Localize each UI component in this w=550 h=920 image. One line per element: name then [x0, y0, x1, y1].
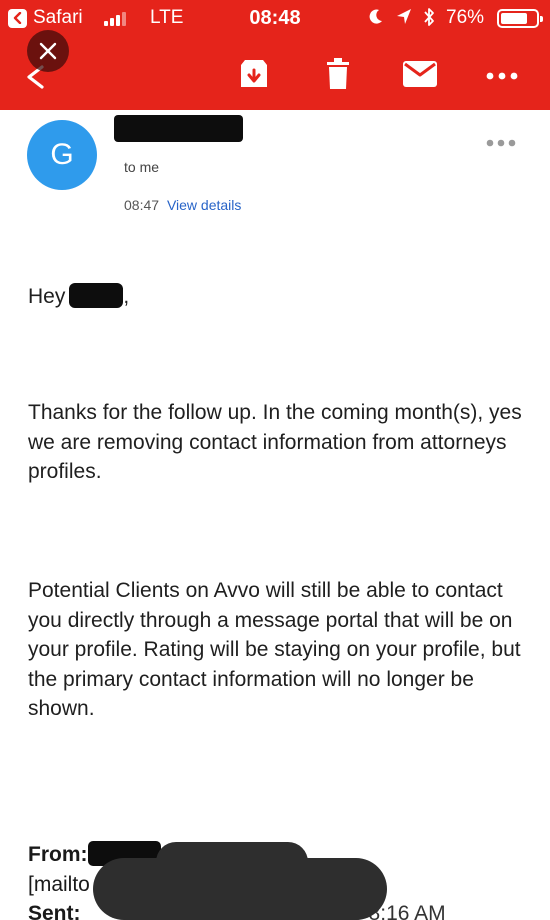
message-time: 08:47	[124, 197, 160, 213]
recipient-label: to me	[124, 159, 160, 175]
recipient-name-redacted	[69, 283, 124, 308]
redaction-scribble	[93, 858, 387, 920]
greeting-line: Hey,	[28, 282, 528, 312]
close-overlay-button[interactable]	[27, 30, 69, 72]
battery-percent: 76%	[446, 7, 485, 28]
archive-button[interactable]	[236, 56, 272, 97]
quoted-from-label: From:	[28, 843, 88, 866]
more-icon	[486, 72, 518, 80]
battery-tip	[540, 16, 543, 22]
archive-icon	[241, 60, 267, 87]
quoted-mailto: [mailto	[28, 873, 90, 896]
message-meta: 08:47 View details	[124, 197, 241, 213]
battery-level	[501, 13, 527, 24]
mark-unread-button[interactable]	[402, 56, 438, 97]
more-icon	[486, 139, 516, 147]
toolbar: Safari LTE 08:48 76%	[0, 0, 550, 110]
message-more-button[interactable]	[486, 135, 516, 153]
delete-button[interactable]	[324, 56, 352, 97]
more-options-button[interactable]	[486, 68, 518, 86]
mail-icon	[403, 61, 437, 87]
body-paragraph-2: Potential Clients on Avvo will still be …	[28, 579, 521, 720]
greeting-comma: ,	[123, 285, 130, 308]
trash-icon	[327, 58, 349, 89]
sender-name-redacted	[114, 115, 243, 142]
greeting-word: Hey	[28, 285, 66, 308]
view-details-link[interactable]: View details	[167, 197, 241, 213]
battery-icon	[497, 9, 543, 28]
body-paragraph-1: Thanks for the follow up. In the coming …	[28, 401, 522, 483]
avatar-letter: G	[50, 138, 74, 171]
status-bar: Safari LTE 08:48 76%	[0, 0, 550, 36]
sender-avatar[interactable]: G	[27, 120, 97, 190]
close-icon	[39, 42, 57, 60]
email-screen: Safari LTE 08:48 76% G to me 08:47 View …	[0, 0, 550, 920]
location-icon	[396, 8, 412, 32]
do-not-disturb-icon	[368, 8, 384, 32]
bluetooth-icon	[423, 6, 436, 34]
quoted-sent-label: Sent:	[28, 902, 81, 920]
